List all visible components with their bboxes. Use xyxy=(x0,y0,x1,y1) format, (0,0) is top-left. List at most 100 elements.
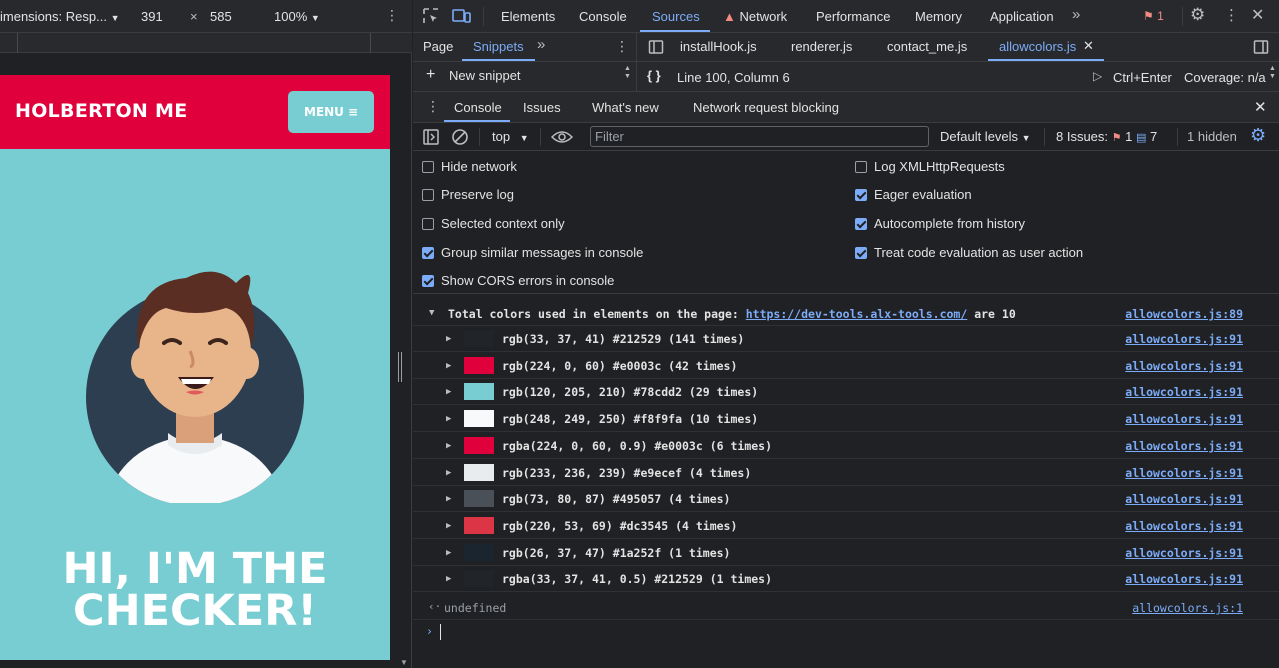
tab-sources[interactable]: Sources xyxy=(652,9,700,24)
expand-triangle-icon[interactable]: ▶ xyxy=(446,361,451,371)
drawer-tab-issues[interactable]: Issues xyxy=(523,100,561,115)
log-group-header[interactable]: ▼ Total colors used in elements on the p… xyxy=(413,298,1279,326)
source-link[interactable]: allowcolors.js:91 xyxy=(1125,359,1243,373)
source-link[interactable]: allowcolors.js:91 xyxy=(1125,332,1243,346)
dimensions-select[interactable]: imensions: Resp... ▼ xyxy=(0,9,119,24)
more-tabs-icon[interactable]: » xyxy=(1072,6,1080,23)
log-entry[interactable]: ▶ rgba(224, 0, 60, 0.9) #e0003c (6 times)… xyxy=(413,433,1279,459)
log-entry[interactable]: ▶ rgb(26, 37, 47) #1a252f (1 times) allowc… xyxy=(413,540,1279,566)
setting-preserve-log[interactable]: Preserve log xyxy=(422,187,514,202)
summary-url-link[interactable]: https://dev-tools.alx-tools.com/ xyxy=(746,307,968,321)
width-input[interactable]: 391 xyxy=(141,9,163,24)
source-link[interactable]: allowcolors.js:91 xyxy=(1125,572,1243,586)
height-input[interactable]: 585 xyxy=(210,9,232,24)
setting-autocomplete[interactable]: Autocomplete from history xyxy=(855,216,1025,231)
setting-group-similar[interactable]: Group similar messages in console xyxy=(422,245,643,260)
scroll-arrows-icon[interactable]: ▲ ▼ xyxy=(1269,65,1276,81)
issues-summary-button[interactable]: 8 Issues: ⚑ 1 ▤ 7 xyxy=(1056,129,1157,144)
expand-triangle-icon[interactable]: ▶ xyxy=(446,574,451,584)
issues-counter[interactable]: ⚑ 1 xyxy=(1143,9,1164,23)
inspect-element-icon[interactable] xyxy=(422,7,440,25)
source-link[interactable]: allowcolors.js:91 xyxy=(1125,492,1243,506)
file-tab-allowcolors[interactable]: allowcolors.js xyxy=(999,39,1076,54)
plus-icon[interactable]: + xyxy=(426,66,435,84)
setting-user-action[interactable]: Treat code evaluation as user action xyxy=(855,245,1083,260)
close-drawer-icon[interactable]: ✕ xyxy=(1254,98,1267,116)
kebab-menu-icon[interactable]: ⋮ xyxy=(385,7,399,24)
tab-console[interactable]: Console xyxy=(579,9,627,24)
zoom-select[interactable]: 100% ▼ xyxy=(274,9,320,24)
more-nav-tabs-icon[interactable]: » xyxy=(537,36,545,53)
source-link[interactable]: allowcolors.js:91 xyxy=(1125,385,1243,399)
filter-input[interactable]: Filter xyxy=(590,126,929,147)
expand-triangle-icon[interactable]: ▶ xyxy=(446,494,451,504)
setting-eager-evaluation[interactable]: Eager evaluation xyxy=(855,187,972,202)
console-prompt[interactable]: › xyxy=(413,620,1279,644)
resize-arrow-icon[interactable]: ▼ xyxy=(400,658,408,667)
log-entry[interactable]: ▶ rgb(120, 205, 210) #78cdd2 (29 times) al… xyxy=(413,379,1279,406)
kebab-menu-icon[interactable]: ⋮ xyxy=(615,38,629,55)
pane-resize-handle[interactable] xyxy=(398,352,404,382)
setting-log-xhr[interactable]: Log XMLHttpRequests xyxy=(855,159,1005,174)
log-entry[interactable]: ▶ rgb(33, 37, 41) #212529 (141 times) allo… xyxy=(413,326,1279,352)
checkbox-checked[interactable] xyxy=(855,188,867,201)
sidebar-toggle-icon[interactable] xyxy=(422,128,440,146)
setting-hide-network[interactable]: Hide network xyxy=(422,159,517,174)
tab-network[interactable]: ▲ Network xyxy=(723,9,787,24)
file-tab-renderer[interactable]: renderer.js xyxy=(791,39,852,54)
setting-selected-context[interactable]: Selected context only xyxy=(422,216,565,231)
log-entry[interactable]: ▶ rgb(220, 53, 69) #dc3545 (4 times) allow… xyxy=(413,513,1279,539)
expand-triangle-icon[interactable]: ▶ xyxy=(446,387,451,397)
checkbox-checked[interactable] xyxy=(422,274,434,287)
tab-application[interactable]: Application xyxy=(990,9,1054,24)
console-settings-gear-icon[interactable]: ⚙ xyxy=(1250,125,1266,146)
live-expression-eye-icon[interactable] xyxy=(551,129,573,145)
checkbox[interactable] xyxy=(422,160,434,173)
source-link[interactable]: allowcolors.js:91 xyxy=(1125,546,1243,560)
nav-tab-snippets[interactable]: Snippets xyxy=(473,39,524,54)
expand-triangle-icon[interactable]: ▶ xyxy=(446,521,451,531)
log-entry[interactable]: ▶ rgba(33, 37, 41, 0.5) #212529 (1 times)… xyxy=(413,566,1279,593)
context-select[interactable]: top ▼ xyxy=(492,129,529,144)
source-link[interactable]: allowcolors.js:91 xyxy=(1125,412,1243,426)
scroll-arrows-icon[interactable]: ▲ ▼ xyxy=(624,65,631,81)
log-entry[interactable]: ▶ rgb(73, 80, 87) #495057 (4 times) allowc… xyxy=(413,486,1279,513)
collapse-triangle-icon[interactable]: ▼ xyxy=(429,308,434,318)
drawer-menu-icon[interactable]: ⋮ xyxy=(426,98,440,115)
file-tab-contact-me[interactable]: contact_me.js xyxy=(887,39,967,54)
checkbox-checked[interactable] xyxy=(422,246,434,259)
log-levels-select[interactable]: Default levels ▼ xyxy=(940,129,1031,144)
drawer-tab-network-blocking[interactable]: Network request blocking xyxy=(693,100,839,115)
close-devtools-icon[interactable]: ✕ xyxy=(1251,5,1264,25)
setting-cors-errors[interactable]: Show CORS errors in console xyxy=(422,273,614,288)
source-link[interactable]: allowcolors.js:1 xyxy=(1132,601,1243,615)
log-entry[interactable]: ▶ rgb(233, 236, 239) #e9ecef (4 times) all… xyxy=(413,460,1279,486)
expand-triangle-icon[interactable]: ▶ xyxy=(446,441,451,451)
tab-performance[interactable]: Performance xyxy=(816,9,890,24)
menu-button[interactable]: MENU ≡ xyxy=(288,91,374,133)
tab-elements[interactable]: Elements xyxy=(501,9,555,24)
checkbox-checked[interactable] xyxy=(855,246,867,259)
toggle-debugger-icon[interactable] xyxy=(1253,39,1269,55)
drawer-tab-whats-new[interactable]: What's new xyxy=(592,100,659,115)
close-tab-icon[interactable]: ✕ xyxy=(1083,38,1094,54)
tab-memory[interactable]: Memory xyxy=(915,9,962,24)
clear-console-icon[interactable] xyxy=(451,128,469,146)
nav-tab-page[interactable]: Page xyxy=(423,39,453,54)
expand-triangle-icon[interactable]: ▶ xyxy=(446,414,451,424)
expand-triangle-icon[interactable]: ▶ xyxy=(446,548,451,558)
log-entry[interactable]: ▶ rgb(224, 0, 60) #e0003c (42 times) allow… xyxy=(413,353,1279,379)
expand-triangle-icon[interactable]: ▶ xyxy=(446,468,451,478)
expand-triangle-icon[interactable]: ▶ xyxy=(446,334,451,344)
drawer-tab-console[interactable]: Console xyxy=(454,100,502,115)
source-link[interactable]: allowcolors.js:91 xyxy=(1125,466,1243,480)
new-snippet-button[interactable]: New snippet xyxy=(449,68,521,83)
checkbox[interactable] xyxy=(422,217,434,230)
pretty-print-icon[interactable]: { } xyxy=(647,68,661,83)
device-toolbar-icon[interactable] xyxy=(451,7,471,25)
checkbox[interactable] xyxy=(855,160,867,173)
kebab-menu-icon[interactable]: ⋮ xyxy=(1224,6,1239,24)
source-link[interactable]: allowcolors.js:91 xyxy=(1125,439,1243,453)
settings-gear-icon[interactable]: ⚙ xyxy=(1190,5,1205,25)
run-snippet-icon[interactable]: ▷ xyxy=(1093,69,1102,83)
